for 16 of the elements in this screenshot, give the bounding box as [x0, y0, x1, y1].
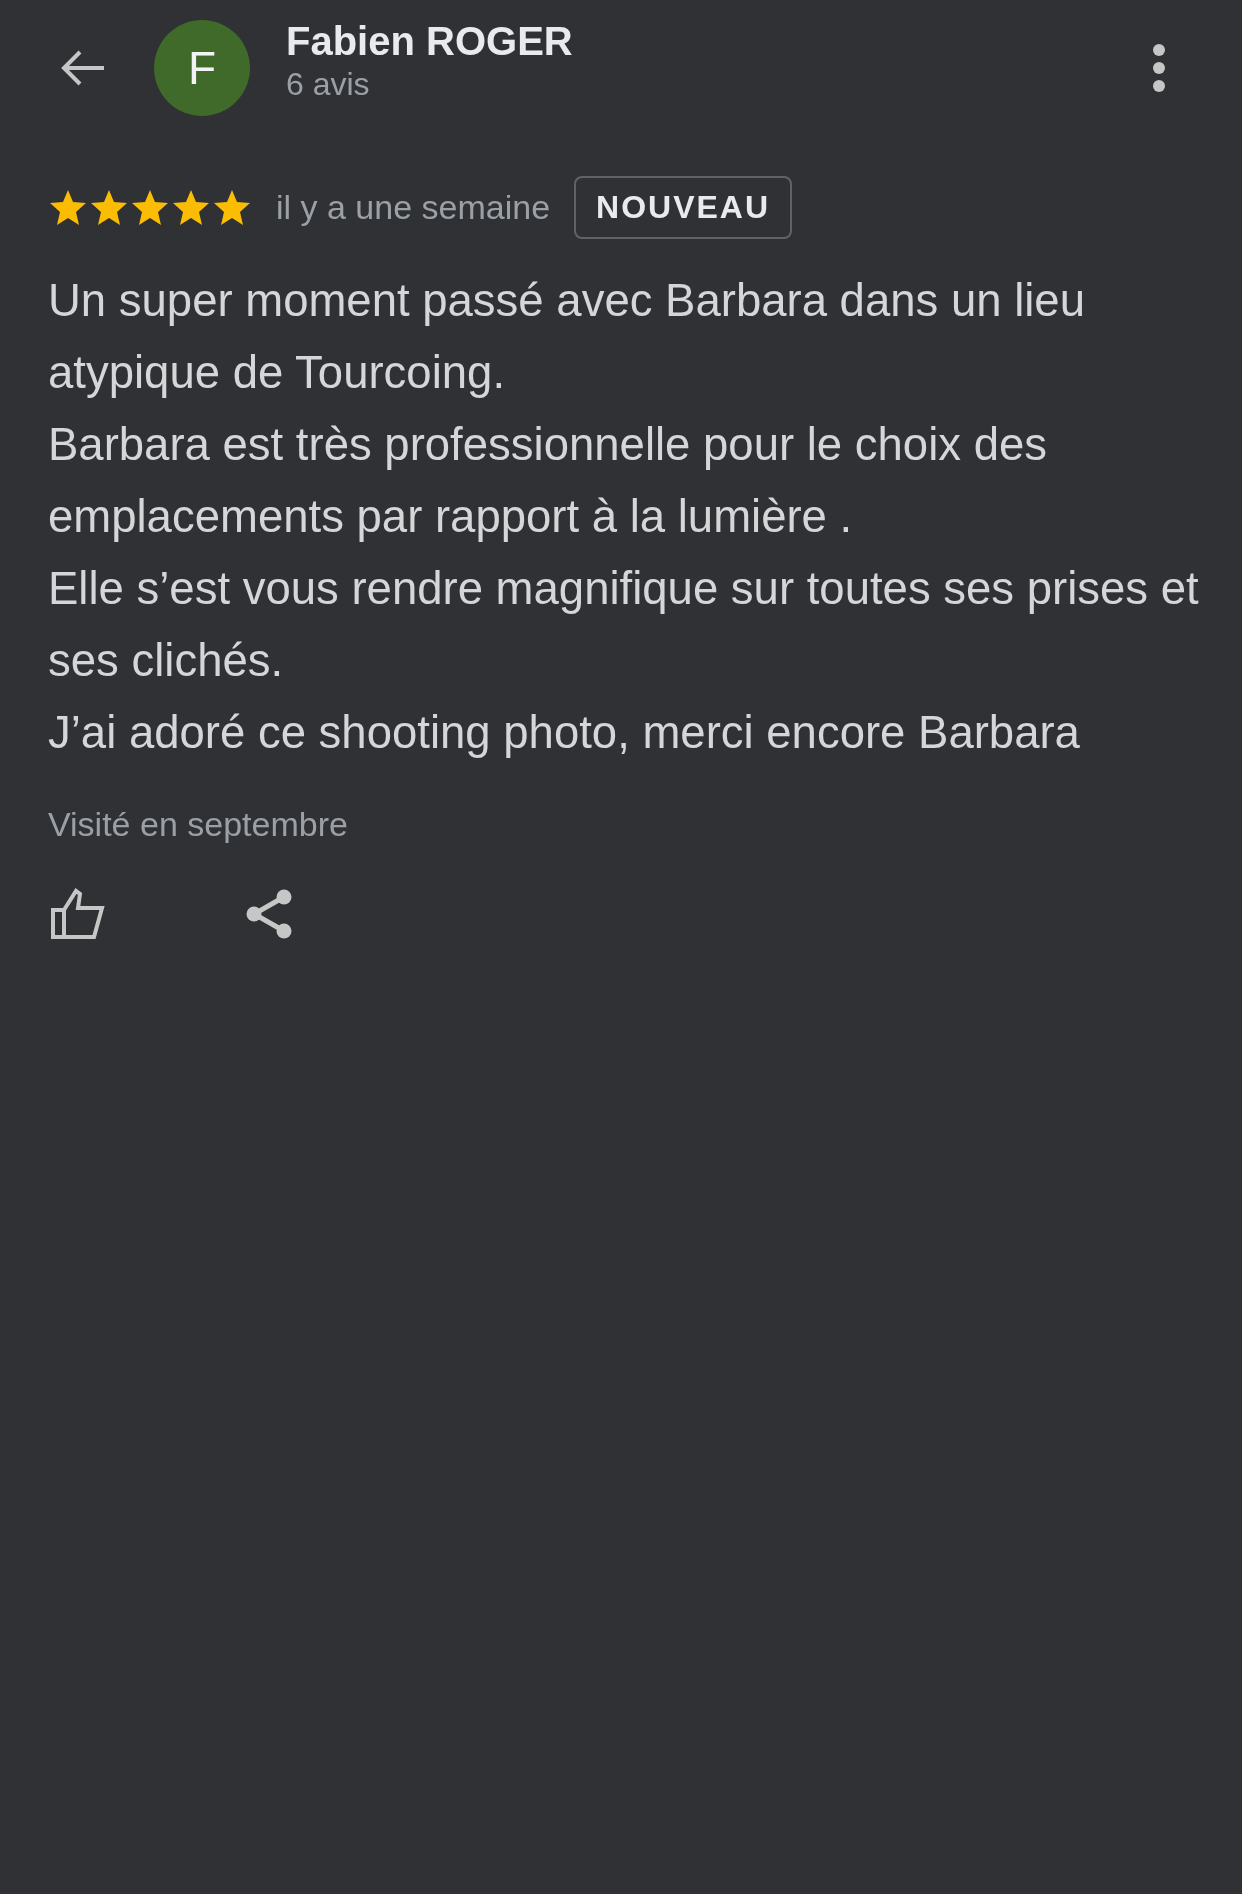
more-options-button[interactable] [1152, 43, 1166, 93]
review-text: Barbara est très professionnelle pour le choix des emplacements par rapport à la lumière . [48, 418, 1049, 544]
review-text: Elle s’est vous rendre magnifique sur toutes ses prises et ses clichés. [48, 562, 1200, 688]
reviewer-name: Fabien ROGER [286, 18, 574, 64]
review-text: J’ai adoré ce shooting photo, merci encore Barbara [48, 706, 1081, 760]
more-options-icon [1152, 43, 1166, 93]
share-button[interactable] [244, 888, 294, 940]
thumbs-up-icon [50, 888, 106, 940]
new-badge: NOUVEAU [574, 176, 793, 239]
share-icon [244, 888, 294, 940]
like-button[interactable] [50, 888, 106, 940]
review-count: 6 avis [286, 65, 371, 104]
review-text: Un super moment passé avec Barbara dans un lieu atypique de Tourcoing. [48, 274, 1086, 400]
review-date: il y a une semaine [276, 188, 551, 227]
avatar: F [154, 20, 250, 116]
visit-date: Visité en septembre [48, 805, 349, 844]
